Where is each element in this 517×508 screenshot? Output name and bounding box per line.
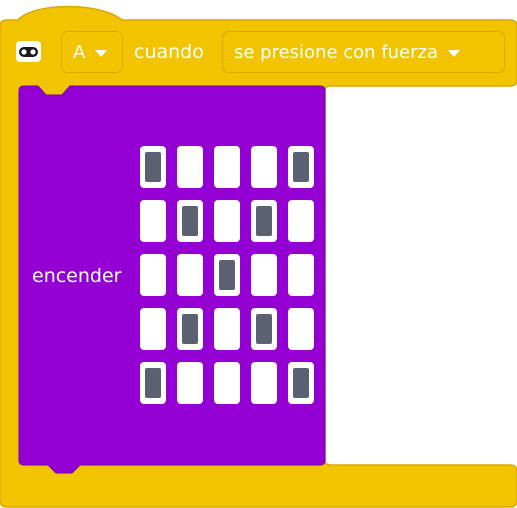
encender-label: encender — [32, 265, 122, 287]
led-cell-r4-c2[interactable] — [177, 308, 203, 350]
led-lit-indicator — [182, 314, 198, 344]
led-cell-r5-c1[interactable] — [140, 362, 166, 404]
led-cell-r3-c1[interactable] — [140, 254, 166, 296]
led-lit-indicator — [293, 152, 309, 182]
led-cell-r3-c3[interactable] — [214, 254, 240, 296]
led-lit-indicator — [293, 368, 309, 398]
led-cell-r4-c3[interactable] — [214, 308, 240, 350]
led-cell-r5-c5[interactable] — [288, 362, 314, 404]
led-cell-r3-c4[interactable] — [251, 254, 277, 296]
led-cell-r1-c2[interactable] — [177, 146, 203, 188]
led-cell-r3-c5[interactable] — [288, 254, 314, 296]
led-lit-indicator — [256, 206, 272, 236]
led-cell-r2-c5[interactable] — [288, 200, 314, 242]
led-lit-indicator — [256, 314, 272, 344]
button-select-dropdown[interactable]: A — [61, 31, 123, 73]
led-cell-r4-c1[interactable] — [140, 308, 166, 350]
led-cell-r5-c4[interactable] — [251, 362, 277, 404]
led-cell-r3-c2[interactable] — [177, 254, 203, 296]
led-cell-r1-c4[interactable] — [251, 146, 277, 188]
led-cell-r1-c5[interactable] — [288, 146, 314, 188]
script-canvas: A cuando se presione con fuerza encender — [0, 0, 517, 508]
event-select-dropdown[interactable]: se presione con fuerza — [222, 31, 505, 73]
chevron-down-icon — [95, 49, 108, 57]
led-cell-r5-c2[interactable] — [177, 362, 203, 404]
event-select-value: se presione con fuerza — [234, 41, 439, 63]
led-lit-indicator — [182, 206, 198, 236]
led-cell-r1-c1[interactable] — [140, 146, 166, 188]
when-label: cuando — [134, 41, 204, 63]
chevron-down-icon — [448, 49, 461, 57]
led-lit-indicator — [219, 260, 235, 290]
microbit-board-icon — [16, 41, 41, 62]
button-select-value: A — [73, 41, 86, 63]
led-cell-r4-c4[interactable] — [251, 308, 277, 350]
led-cell-r5-c3[interactable] — [214, 362, 240, 404]
led-cell-r2-c4[interactable] — [251, 200, 277, 242]
led-cell-r1-c3[interactable] — [214, 146, 240, 188]
led-lit-indicator — [145, 368, 161, 398]
led-lit-indicator — [145, 152, 161, 182]
led-cell-r2-c3[interactable] — [214, 200, 240, 242]
led-cell-r2-c1[interactable] — [140, 200, 166, 242]
led-cell-r4-c5[interactable] — [288, 308, 314, 350]
led-matrix-editor[interactable] — [140, 146, 318, 406]
led-cell-r2-c2[interactable] — [177, 200, 203, 242]
